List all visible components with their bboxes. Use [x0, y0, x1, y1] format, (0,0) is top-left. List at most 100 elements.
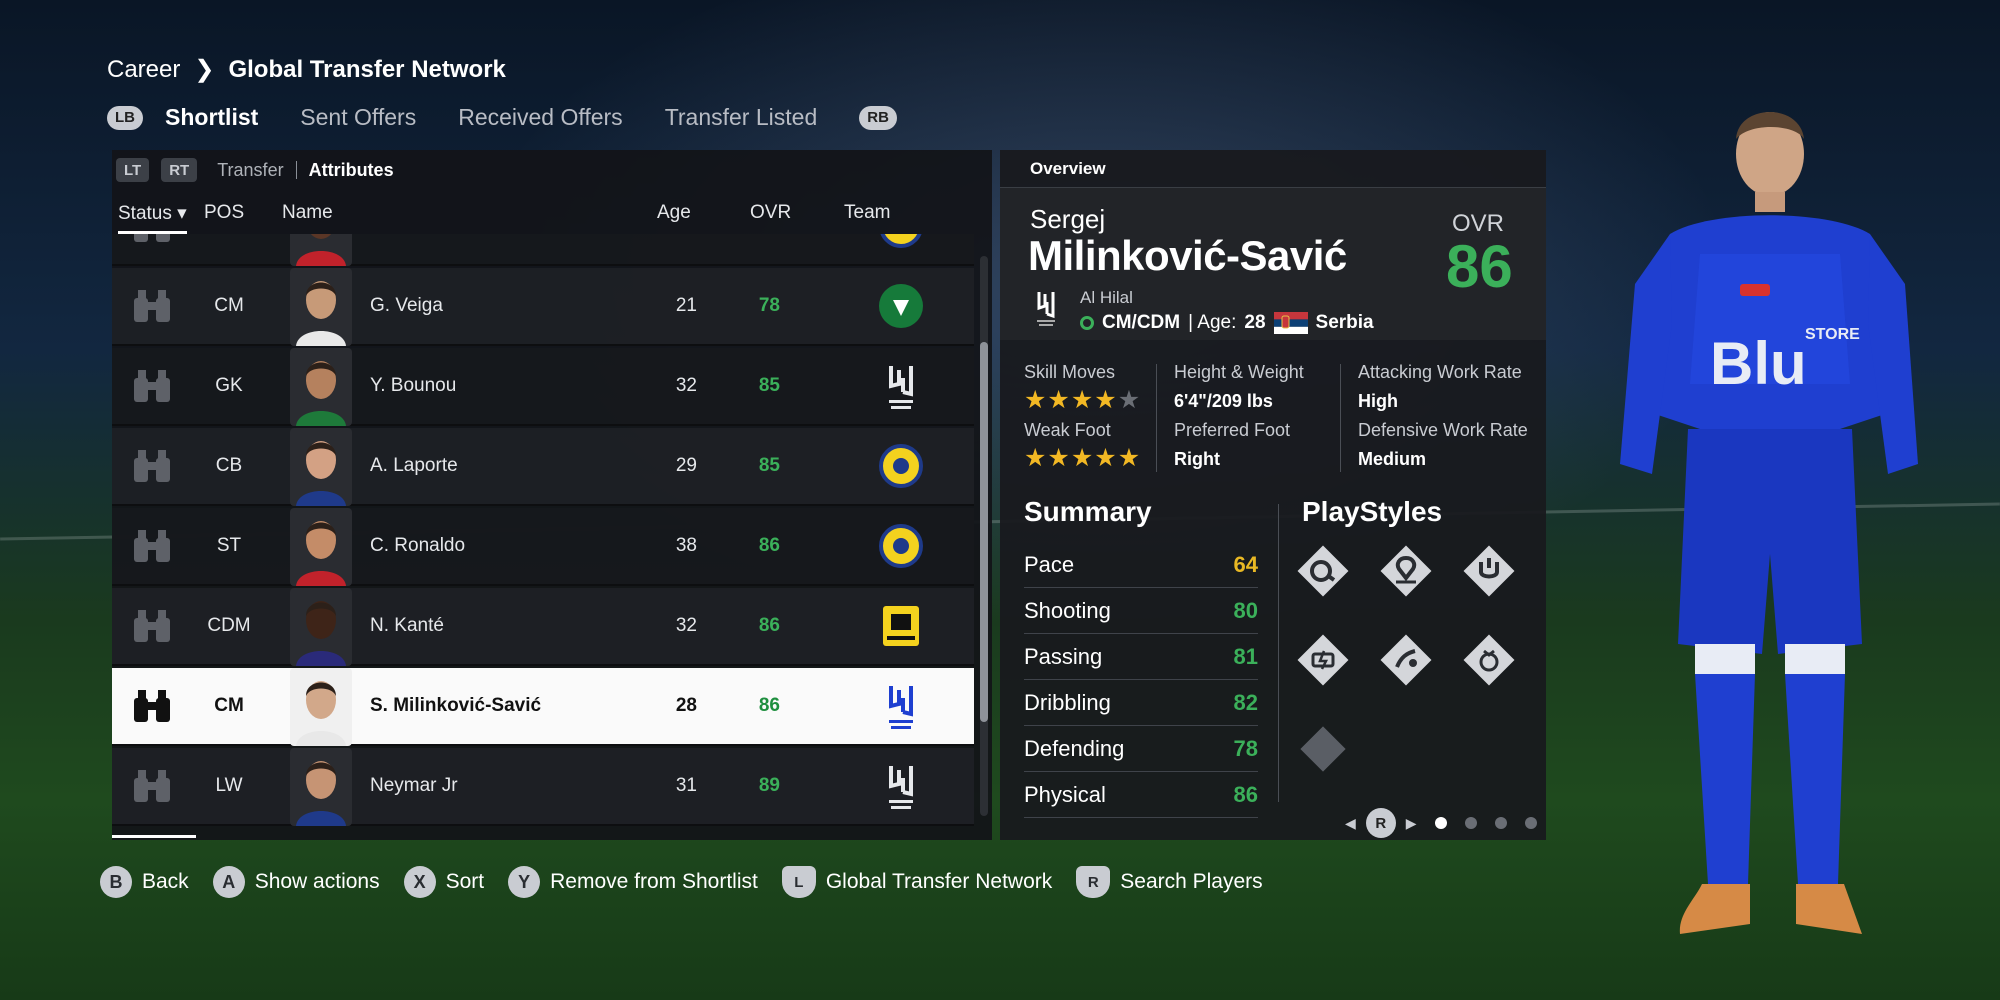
- summary-label: Passing: [1024, 643, 1103, 669]
- header-name[interactable]: Name: [282, 202, 333, 224]
- binoculars-icon[interactable]: [130, 446, 174, 486]
- pager-dot[interactable]: [1464, 817, 1477, 829]
- skill-moves-label: Skill Moves: [1024, 362, 1116, 382]
- breadcrumb-current: Global Transfer Network: [228, 55, 506, 83]
- playstyle-intercept-icon[interactable]: [1379, 633, 1433, 687]
- playstyle-press-proven-icon[interactable]: [1462, 544, 1516, 598]
- binoculars-icon[interactable]: [130, 286, 174, 326]
- lt-button-icon[interactable]: LT: [116, 158, 150, 182]
- tab-shortlist[interactable]: Shortlist: [165, 104, 258, 131]
- rt-button-icon[interactable]: RT: [161, 158, 198, 182]
- row-player-name: G. Veiga: [370, 295, 443, 316]
- row-position: CM: [214, 695, 244, 716]
- summary-row: Shooting 80: [1024, 588, 1258, 634]
- table-row[interactable]: LM S. Mané 31 86: [112, 234, 974, 266]
- skill-moves: Skill Moves ★★★★★: [1024, 362, 1141, 415]
- hint-show-actions[interactable]: A Show actions: [212, 866, 380, 898]
- table-row[interactable]: CB A. Laporte 29 85: [112, 428, 974, 506]
- r-button-icon: R: [1076, 866, 1111, 898]
- summary-row: Pace 64: [1024, 542, 1258, 588]
- tab-received-offers[interactable]: Received Offers: [458, 104, 622, 131]
- right-stick-icon[interactable]: R: [1365, 808, 1396, 838]
- player-last-name: Milinković-Savić: [1028, 232, 1347, 279]
- binoculars-icon[interactable]: [130, 606, 174, 646]
- table-row[interactable]: LW Neymar Jr 31 89: [112, 748, 974, 826]
- breadcrumb-root[interactable]: Career: [107, 56, 180, 84]
- row-age: 31: [657, 234, 697, 237]
- table-row[interactable]: CM S. Milinković-Savić 28 86: [112, 668, 974, 746]
- position-dot-icon: [1080, 316, 1094, 330]
- playstyle-tiki-taka-icon[interactable]: [1296, 544, 1350, 598]
- summary-stats: Pace 64 Shooting 80 Passing 81 Dribbling 82 Defe…: [1024, 542, 1258, 818]
- tab-sent-offers[interactable]: Sent Offers: [300, 104, 416, 131]
- row-age: 31: [675, 775, 697, 796]
- table-row[interactable]: CM G. Veiga 21 78: [112, 268, 974, 346]
- summary-row: Passing 81: [1024, 634, 1258, 680]
- hint-search-players[interactable]: R Search Players: [1076, 866, 1263, 898]
- height-weight: Height & Weight 6'4"/209 lbs: [1174, 362, 1304, 412]
- star-icon: ★: [1094, 386, 1118, 414]
- binoculars-icon[interactable]: [130, 366, 174, 406]
- hint-sort[interactable]: X Sort: [403, 866, 484, 898]
- table-row[interactable]: CDM N. Kanté 32 86: [112, 588, 974, 666]
- hint-remove-from-shortlist[interactable]: Y Remove from Shortlist: [508, 866, 758, 898]
- playstyle-incisive-pass-icon[interactable]: [1379, 544, 1433, 598]
- skill-moves-stars: ★★★★★: [1024, 385, 1141, 415]
- al-hilal-logo-icon: [875, 680, 927, 732]
- position-line: CM/CDM | Age: 28 Serbia: [1080, 312, 1374, 334]
- row-position: LM: [194, 234, 264, 237]
- al-hilal-logo-icon: [875, 760, 927, 812]
- attacking-work-rate: Attacking Work Rate High: [1358, 362, 1522, 412]
- header-pos[interactable]: POS: [204, 202, 244, 224]
- hint-global-transfer-network[interactable]: L Global Transfer Network: [781, 866, 1052, 898]
- binoculars-icon[interactable]: [130, 526, 174, 566]
- summary-label: Dribbling: [1024, 689, 1111, 715]
- scrollbar-thumb[interactable]: [980, 342, 988, 722]
- header-ovr[interactable]: OVR: [750, 202, 791, 224]
- summary-row: Physical 86: [1024, 772, 1258, 818]
- binoculars-icon[interactable]: [130, 234, 174, 246]
- dwr-value: Medium: [1358, 449, 1427, 469]
- hint-back[interactable]: B Back: [100, 866, 189, 898]
- table-row[interactable]: GK Y. Bounou 32 85: [112, 348, 974, 426]
- row-position: CB: [215, 455, 243, 476]
- subtab-transfer[interactable]: Transfer: [217, 160, 283, 181]
- subtab-attributes[interactable]: Attributes: [309, 160, 394, 181]
- summary-label: Physical: [1024, 781, 1106, 807]
- playstyle-relentless-icon[interactable]: [1296, 633, 1350, 687]
- binoculars-icon[interactable]: [130, 686, 174, 726]
- header-age[interactable]: Age: [657, 202, 691, 224]
- header-status[interactable]: Status ▾: [118, 202, 187, 234]
- summary-title: Summary: [1024, 496, 1152, 527]
- binoculars-icon[interactable]: [130, 766, 174, 806]
- player-face-icon: [290, 428, 352, 506]
- summary-value: 80: [1233, 597, 1258, 623]
- pager-right-arrow-icon[interactable]: ▶: [1406, 815, 1417, 832]
- pager-dot[interactable]: [1494, 817, 1507, 829]
- dwr-label: Defensive Work Rate: [1358, 420, 1528, 440]
- player-info-grid: Skill Moves ★★★★★ Weak Foot ★★★★★ Height…: [1000, 362, 1546, 480]
- tab-transfer-listed[interactable]: Transfer Listed: [665, 104, 818, 131]
- player-face-icon: [290, 234, 352, 266]
- star-icon: ★: [1047, 444, 1071, 472]
- row-age: 29: [675, 455, 697, 476]
- pager-dot[interactable]: [1524, 817, 1537, 829]
- star-icon: ★: [1070, 444, 1095, 472]
- pager-dot[interactable]: [1434, 817, 1447, 829]
- row-player-name: N. Kanté: [370, 615, 444, 636]
- lb-button-icon[interactable]: LB: [107, 105, 143, 130]
- table-row[interactable]: ST C. Ronaldo 38 86: [112, 508, 974, 586]
- height-weight-value: 6'4"/209 lbs: [1174, 391, 1273, 411]
- rb-button-icon[interactable]: RB: [859, 105, 897, 130]
- al-ittihad-logo-icon: [875, 600, 927, 652]
- player-face-icon: [290, 268, 352, 346]
- row-age: 32: [675, 615, 697, 636]
- preferred-foot: Preferred Foot Right: [1174, 420, 1290, 470]
- age-label: | Age:: [1188, 312, 1237, 333]
- playstyle-bruiser-icon[interactable]: [1462, 633, 1516, 687]
- scrollbar[interactable]: [980, 256, 988, 816]
- star-icon: ★: [1024, 386, 1048, 414]
- pager-left-arrow-icon[interactable]: ◀: [1345, 815, 1356, 832]
- header-team[interactable]: Team: [844, 202, 890, 224]
- summary-row: Defending 78: [1024, 726, 1258, 772]
